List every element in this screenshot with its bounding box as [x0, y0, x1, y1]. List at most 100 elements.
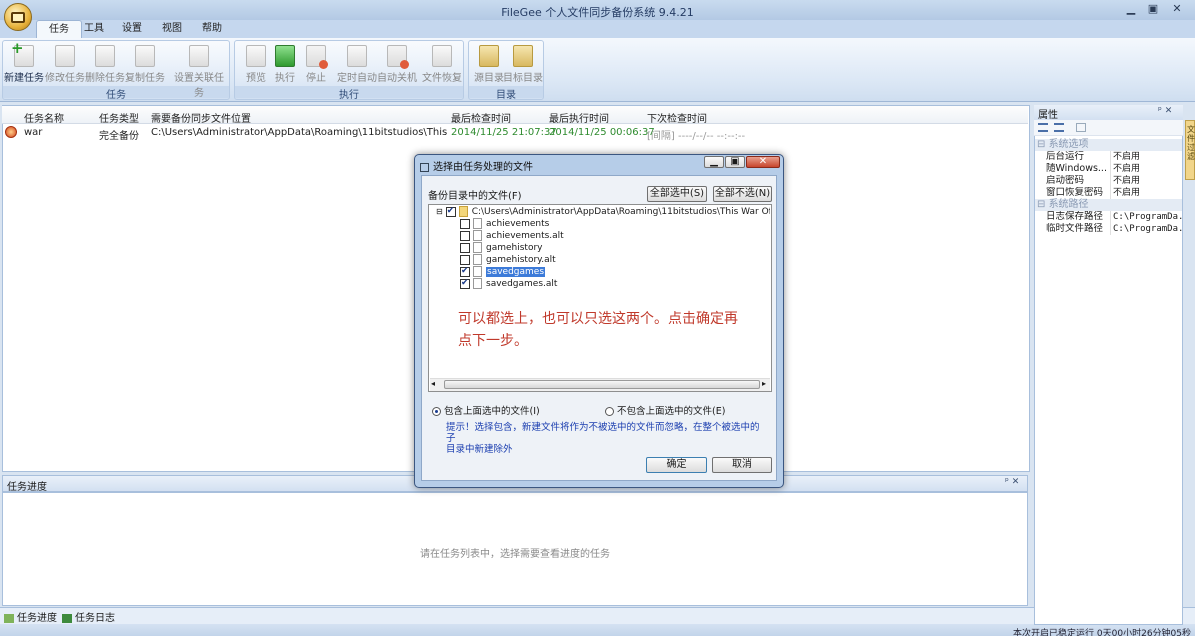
tab-task-log-label: 任务日志: [75, 613, 115, 624]
annotation-text: 可以都选上，也可以只选这两个。点击确定再 点下一步。: [458, 308, 758, 352]
list-item[interactable]: achievements.alt: [460, 230, 564, 242]
tab-settings[interactable]: 设置: [110, 20, 154, 38]
radio-exclude-button[interactable]: [605, 407, 614, 416]
col-task-name[interactable]: 任务名称: [24, 110, 64, 125]
file-checkbox[interactable]: [460, 254, 470, 265]
tab-help[interactable]: 帮助: [190, 20, 234, 38]
root-checkbox[interactable]: [445, 206, 456, 217]
prop-value[interactable]: 不启用: [1110, 163, 1182, 175]
next-check-cell: [间隔] ----/--/-- --:--:--: [647, 131, 746, 142]
file-checkbox[interactable]: [460, 242, 470, 253]
clock-icon: [347, 45, 367, 67]
col-location[interactable]: 需要备份同步文件位置: [151, 110, 251, 125]
col-task-type[interactable]: 任务类型: [99, 110, 139, 125]
deselect-all-button[interactable]: 全部不选(N): [713, 186, 772, 202]
new-task-button[interactable]: 新建任务: [4, 39, 44, 84]
categorized-icon[interactable]: [1038, 123, 1048, 132]
close-icon[interactable]: ✕: [1166, 1, 1188, 17]
section-system-options-label: 系统选项: [1048, 139, 1089, 150]
file-icon: [473, 278, 482, 289]
prop-value[interactable]: C:\ProgramDa...: [1110, 211, 1182, 223]
select-all-button[interactable]: 全部选中(S): [647, 186, 707, 202]
file-restore-button[interactable]: 文件恢复: [422, 45, 462, 84]
list-item[interactable]: gamehistory.alt: [460, 254, 556, 266]
tab-task-log[interactable]: 任务日志: [62, 609, 115, 624]
tab-task-progress[interactable]: 任务进度: [4, 609, 57, 624]
sort-icon[interactable]: [1054, 123, 1064, 132]
collapse-icon[interactable]: ⊟: [436, 207, 443, 216]
edit-task-button[interactable]: 修改任务: [45, 45, 85, 84]
copy-task-label: 复制任务: [125, 73, 165, 84]
set-linked-task-button[interactable]: 设置关联任务: [170, 45, 228, 99]
file-checkbox[interactable]: [460, 230, 470, 241]
prop-value[interactable]: 不启用: [1110, 151, 1182, 163]
prop-value[interactable]: C:\ProgramDa...: [1110, 223, 1182, 235]
file-name: gamehistory: [486, 243, 543, 253]
preview-icon: [246, 45, 266, 67]
task-name-cell: war: [24, 127, 43, 138]
delete-task-button[interactable]: 删除任务: [85, 45, 125, 84]
file-icon: [473, 230, 482, 241]
annotation-line: 点下一步。: [458, 333, 528, 349]
auto-shutdown-button[interactable]: 自动关机: [377, 45, 417, 84]
file-filter-side-tab[interactable]: 文件过滤: [1185, 120, 1195, 180]
preview-label: 预览: [246, 73, 266, 84]
file-name: achievements: [486, 219, 550, 229]
dialog-close-icon[interactable]: ✕: [746, 156, 780, 168]
file-checkbox[interactable]: [460, 218, 470, 229]
col-last-exec[interactable]: 最后执行时间: [549, 110, 609, 125]
section-system-paths-label: 系统路径: [1048, 199, 1089, 210]
edit-task-icon: [55, 45, 75, 67]
delete-task-label: 删除任务: [85, 73, 125, 84]
radio-exclude[interactable]: 不包含上面选中的文件(E): [605, 403, 725, 417]
section-system-paths[interactable]: ⊟ 系统路径: [1035, 199, 1182, 211]
source-dir-label: 源目录: [474, 73, 504, 84]
tab-view[interactable]: 视图: [150, 20, 194, 38]
app-menu-button[interactable]: [4, 3, 32, 31]
scroll-right-icon[interactable]: ▸: [762, 379, 766, 388]
app-logo-icon: [11, 11, 25, 23]
tree-root-row[interactable]: ⊟ C:\Users\Administrator\AppData\Roaming\…: [436, 206, 770, 218]
last-exec-cell: 2014/11/25 00:06:37: [549, 127, 655, 138]
dialog-maximize-icon[interactable]: ▣: [725, 156, 745, 168]
col-next-check[interactable]: 下次检查时间: [647, 110, 707, 125]
ok-button[interactable]: 确定: [646, 457, 707, 473]
stop-icon: [306, 45, 328, 69]
dialog-icon: [420, 162, 429, 172]
col-last-check[interactable]: 最后检查时间: [451, 110, 511, 125]
dialog-minimize-icon[interactable]: ▁: [704, 156, 724, 168]
file-checkbox[interactable]: [460, 277, 470, 289]
minimize-icon[interactable]: ▁: [1120, 1, 1142, 17]
timed-auto-label: 定时自动: [337, 73, 377, 84]
radio-include[interactable]: 包含上面选中的文件(I): [432, 403, 540, 417]
stop-button[interactable]: 停止: [296, 45, 336, 84]
copy-task-button[interactable]: 复制任务: [125, 45, 165, 84]
section-system-options[interactable]: ⊟ 系统选项: [1035, 139, 1182, 151]
list-item[interactable]: gamehistory: [460, 242, 543, 254]
file-icon: [473, 218, 482, 229]
list-item[interactable]: savedgames: [460, 265, 546, 278]
list-item[interactable]: achievements: [460, 218, 549, 230]
file-restore-label: 文件恢复: [422, 73, 462, 84]
cancel-button[interactable]: 取消: [712, 457, 772, 473]
pin-icon[interactable]: ᵖ ✕: [1158, 106, 1172, 116]
copy-task-icon: [135, 45, 155, 67]
radio-include-button[interactable]: [432, 407, 441, 416]
delete-task-icon: [95, 45, 115, 67]
maximize-icon[interactable]: ▣: [1142, 1, 1164, 17]
execute-label: 执行: [275, 73, 295, 84]
scroll-left-icon[interactable]: ◂: [431, 379, 435, 388]
target-dir-button[interactable]: 目标目录: [503, 45, 543, 84]
scrollbar-thumb[interactable]: [444, 380, 760, 389]
file-name: savedgames.alt: [486, 279, 558, 289]
group-title-directory: 目录: [469, 86, 543, 101]
file-checkbox[interactable]: [460, 265, 470, 277]
property-pages-icon[interactable]: [1076, 123, 1086, 132]
list-item[interactable]: savedgames.alt: [460, 277, 558, 290]
timed-auto-button[interactable]: 定时自动: [337, 45, 377, 84]
pin-icon[interactable]: ᵖ ✕: [1005, 477, 1019, 487]
prop-value[interactable]: 不启用: [1110, 175, 1182, 187]
prop-key: 日志保存路径: [1046, 211, 1104, 222]
prop-value[interactable]: 不启用: [1110, 187, 1182, 199]
file-icon: [473, 242, 482, 253]
